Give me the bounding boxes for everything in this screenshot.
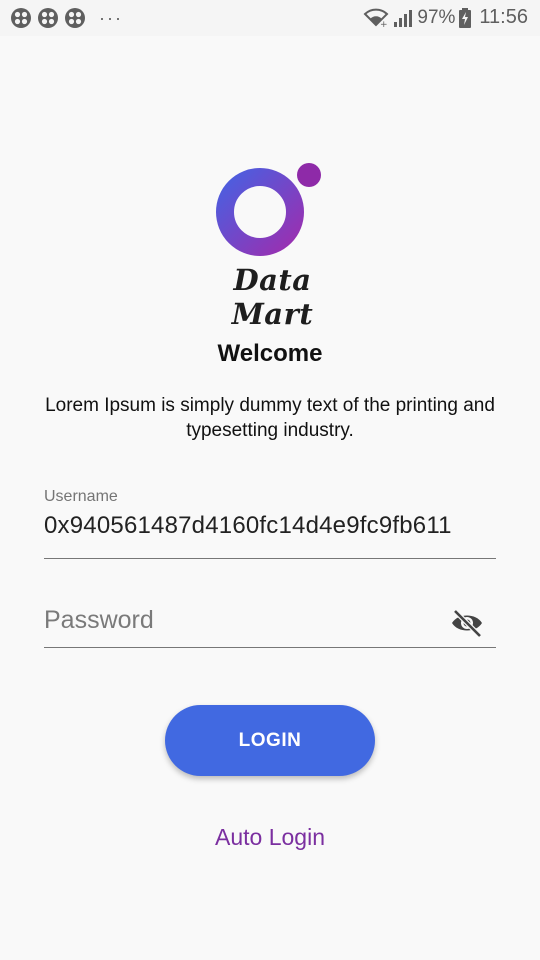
welcome-description: Lorem Ipsum is simply dummy text of the … — [45, 395, 495, 441]
logo-mark-icon — [216, 163, 321, 256]
signal-icon — [394, 9, 413, 27]
battery-charging-icon — [459, 7, 472, 28]
more-notifications-indicator: ··· — [99, 8, 123, 28]
visibility-off-icon[interactable] — [450, 608, 484, 638]
app-notification-icon — [11, 8, 31, 28]
username-underline — [44, 558, 496, 559]
clock: 11:56 — [479, 6, 528, 28]
username-input[interactable] — [44, 512, 496, 540]
username-field[interactable]: Username — [44, 486, 496, 559]
password-input[interactable] — [44, 606, 444, 635]
battery-percentage: 97% — [417, 6, 456, 28]
login-button[interactable]: LOGIN — [165, 705, 375, 776]
welcome-title: Welcome — [217, 340, 323, 367]
password-underline — [44, 647, 496, 648]
app-logo: Data Mart — [190, 160, 355, 331]
system-status: + 97% 11:56 — [363, 6, 528, 29]
status-bar: ··· + 97% 11:56 — [0, 0, 540, 36]
app-notification-icon — [38, 8, 58, 28]
password-field[interactable] — [44, 600, 496, 648]
app-notification-icon — [65, 8, 85, 28]
logo-wordmark: Data Mart — [231, 263, 314, 331]
notification-icons: ··· — [10, 7, 123, 29]
svg-text:+: + — [380, 20, 388, 28]
wifi-icon: + — [363, 8, 389, 28]
auto-login-link[interactable]: Auto Login — [0, 824, 540, 851]
username-label: Username — [44, 488, 118, 505]
